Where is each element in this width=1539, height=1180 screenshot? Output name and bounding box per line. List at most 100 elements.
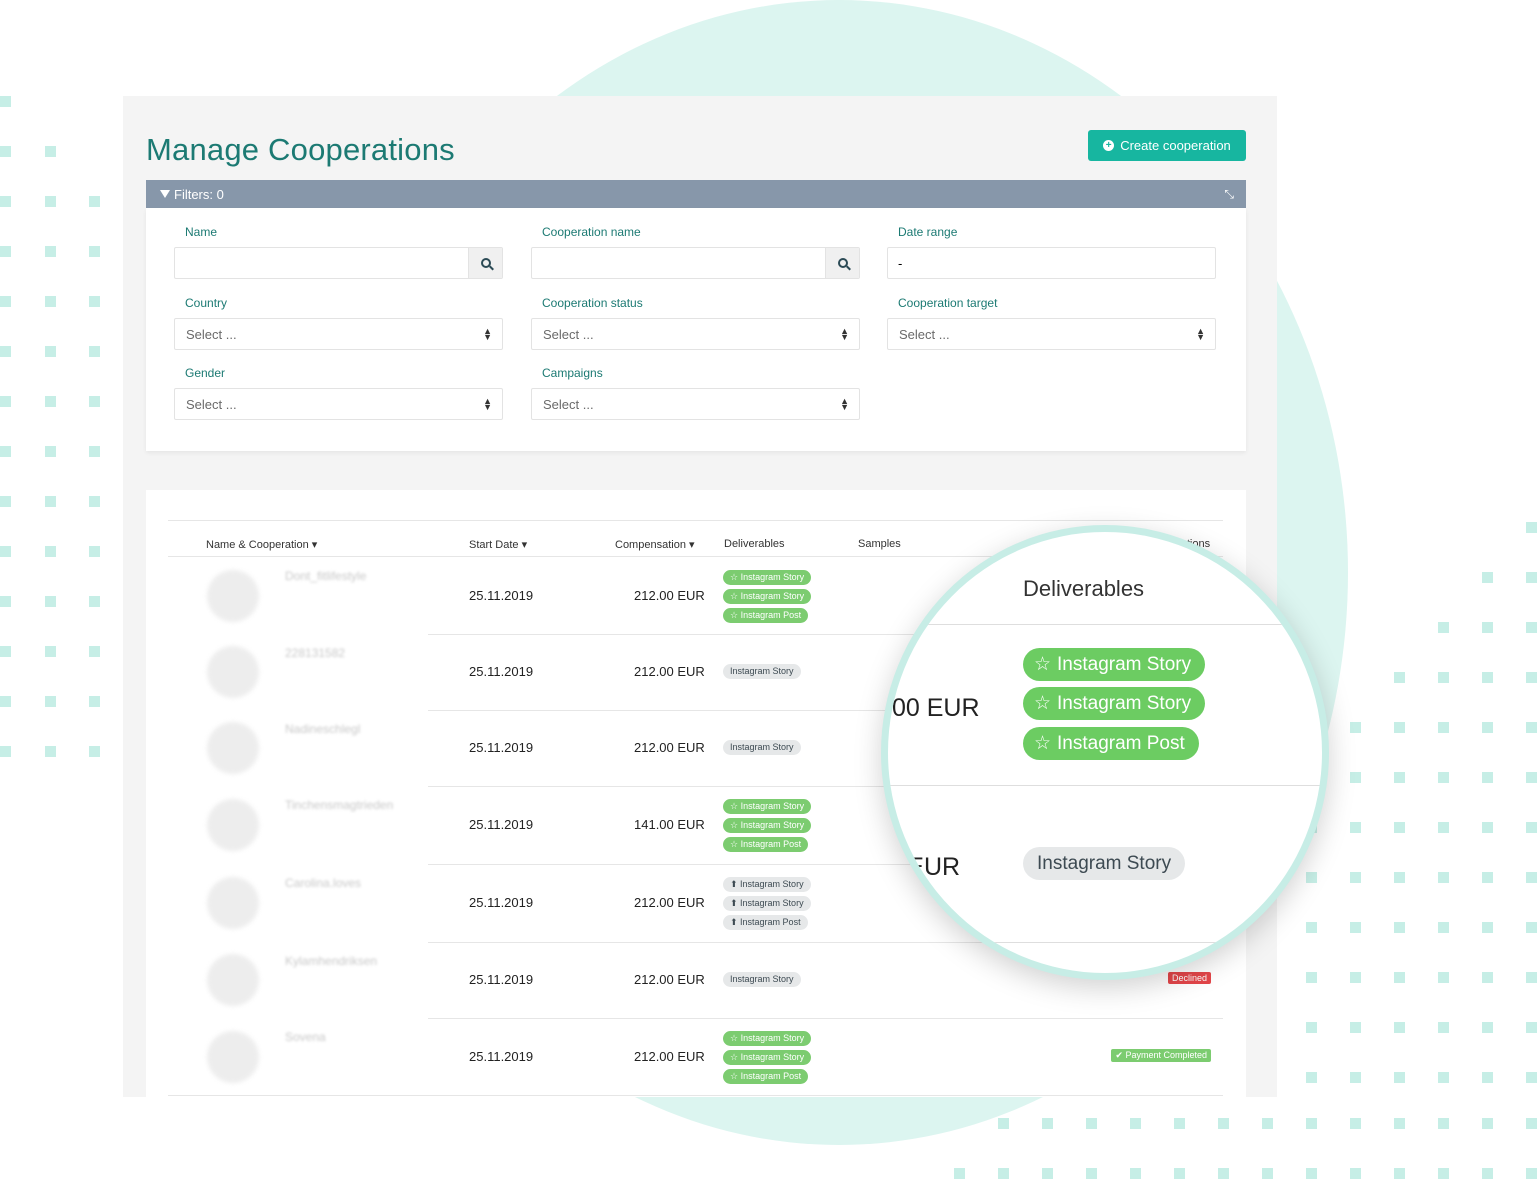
- deliverable-badge: ☆ Instagram Post: [723, 1069, 809, 1084]
- sort-caret-icon: ▲ ▼: [840, 396, 849, 412]
- decorative-dot: [89, 596, 100, 607]
- decorative-dot: [1482, 822, 1493, 833]
- sort-caret-icon: ▲ ▼: [840, 326, 849, 342]
- decorative-dot: [1526, 922, 1537, 933]
- status-badge: Declined: [1167, 972, 1211, 984]
- deliverable-badge: ☆ Instagram Story: [723, 1031, 812, 1046]
- deliverable-badge: ☆ Instagram Story: [723, 799, 812, 814]
- start-date-cell: 25.11.2019: [469, 740, 534, 755]
- decorative-dot: [89, 396, 100, 407]
- header-start-date[interactable]: Start Date ▾: [469, 538, 527, 551]
- influencer-name[interactable]: Carolina.loves: [285, 876, 361, 890]
- decorative-dot: [1394, 1168, 1405, 1179]
- search-icon: [837, 258, 848, 268]
- decorative-dot: [1482, 572, 1493, 583]
- decorative-dot: [89, 246, 100, 257]
- compensation-cell: 212.00 EUR: [634, 740, 705, 755]
- date-range-input[interactable]: [888, 248, 1215, 278]
- name-search-field[interactable]: [174, 247, 503, 279]
- decorative-dot: [1526, 872, 1537, 883]
- decorative-dot: [1350, 772, 1361, 783]
- decorative-dot: [1262, 1118, 1273, 1129]
- decorative-dot: [1482, 1072, 1493, 1083]
- influencer-name[interactable]: Nadineschlegl: [285, 722, 360, 736]
- influencer-name[interactable]: Dont_fitlifestyle: [285, 569, 366, 583]
- table-header-top-line: [168, 520, 1223, 521]
- decorative-dot: [1438, 722, 1449, 733]
- decorative-dot: [0, 596, 11, 607]
- gender-select[interactable]: Select ... ▲ ▼: [174, 388, 503, 420]
- decorative-dot: [45, 646, 56, 657]
- cooperation-target-label: Cooperation target: [898, 296, 998, 310]
- decorative-dot: [1526, 672, 1537, 683]
- cooperation-name-label: Cooperation name: [542, 225, 641, 239]
- avatar: [207, 569, 259, 622]
- zoom-deliverable-pill: ☆ Instagram Story: [1023, 687, 1206, 720]
- zoom-deliverable-pill-gray: Instagram Story: [1023, 847, 1186, 880]
- decorative-dot: [89, 696, 100, 707]
- decorative-dot: [954, 1168, 965, 1179]
- search-icon: [480, 258, 491, 268]
- deliverable-badge: ⬆ Instagram Story: [723, 896, 811, 911]
- decorative-dot: [1394, 722, 1405, 733]
- cooperation-status-label: Cooperation status: [542, 296, 643, 310]
- zoom-row-line: [888, 624, 1322, 625]
- cooperation-target-select[interactable]: Select ... ▲ ▼: [887, 318, 1216, 350]
- decorative-dot: [1482, 1168, 1493, 1179]
- cooperation-status-select[interactable]: Select ... ▲ ▼: [531, 318, 860, 350]
- deliverable-badge: ☆ Instagram Story: [723, 589, 812, 604]
- date-range-field[interactable]: [887, 247, 1216, 279]
- decorative-dot: [1306, 1168, 1317, 1179]
- decorative-dot: [89, 546, 100, 557]
- cooperation-name-search-button[interactable]: [825, 248, 859, 278]
- country-label: Country: [185, 296, 228, 310]
- campaigns-select[interactable]: Select ... ▲ ▼: [531, 388, 860, 420]
- decorative-dot: [1526, 1072, 1537, 1083]
- decorative-dot: [1394, 972, 1405, 983]
- decorative-dot: [1482, 972, 1493, 983]
- zoom-compensation-2: ) EUR: [892, 853, 961, 881]
- header-compensation[interactable]: Compensation ▾: [615, 538, 695, 551]
- decorative-dot: [45, 396, 56, 407]
- star-icon: ☆: [1034, 654, 1052, 675]
- decorative-dot: [1042, 1168, 1053, 1179]
- compensation-cell: 212.00 EUR: [634, 972, 705, 987]
- decorative-dot: [1526, 1168, 1537, 1179]
- cooperation-name-search-field[interactable]: [531, 247, 860, 279]
- row-divider: [168, 1095, 1223, 1096]
- sort-caret-icon: ▲ ▼: [1196, 326, 1205, 342]
- decorative-dot: [1394, 672, 1405, 683]
- decorative-dot: [45, 346, 56, 357]
- decorative-dot: [1438, 1072, 1449, 1083]
- decorative-dot: [1438, 1118, 1449, 1129]
- decorative-dot: [45, 446, 56, 457]
- header-name-cooperation[interactable]: Name & Cooperation ▾: [206, 538, 317, 551]
- influencer-name[interactable]: 228131582: [285, 646, 345, 660]
- decorative-dot: [1438, 672, 1449, 683]
- decorative-dot: [1438, 622, 1449, 633]
- decorative-dot: [0, 546, 11, 557]
- decorative-dot: [1526, 622, 1537, 633]
- avatar: [207, 722, 259, 774]
- decorative-dot: [45, 746, 56, 757]
- influencer-name[interactable]: Sovena: [285, 1030, 326, 1044]
- decorative-dot: [45, 196, 56, 207]
- decorative-dot: [0, 496, 11, 507]
- name-search-button[interactable]: [468, 248, 502, 278]
- cooperation-name-input[interactable]: [532, 248, 859, 278]
- magnifier-callout: Deliverables 00 EUR ☆ Instagram Story ☆ In…: [881, 525, 1329, 980]
- create-cooperation-button[interactable]: + Create cooperation: [1088, 130, 1246, 161]
- country-select[interactable]: Select ... ▲ ▼: [174, 318, 503, 350]
- decorative-dot: [1086, 1118, 1097, 1129]
- decorative-dot: [1394, 1118, 1405, 1129]
- filters-bar[interactable]: Filters: 0 ⤡: [146, 180, 1246, 208]
- status-badge: ✔ Payment Completed: [1111, 1048, 1211, 1062]
- decorative-dot: [1350, 1168, 1361, 1179]
- influencer-name[interactable]: Kylamhendriksen: [285, 954, 377, 968]
- zoom-pill-label: Instagram Post: [1057, 733, 1185, 754]
- influencer-name[interactable]: Tinchensmagtrieden: [285, 798, 393, 812]
- collapse-icon[interactable]: ⤡: [1224, 187, 1234, 202]
- name-input[interactable]: [175, 248, 502, 278]
- decorative-dot: [0, 96, 11, 107]
- cooperation-status-value: Select ...: [543, 326, 594, 342]
